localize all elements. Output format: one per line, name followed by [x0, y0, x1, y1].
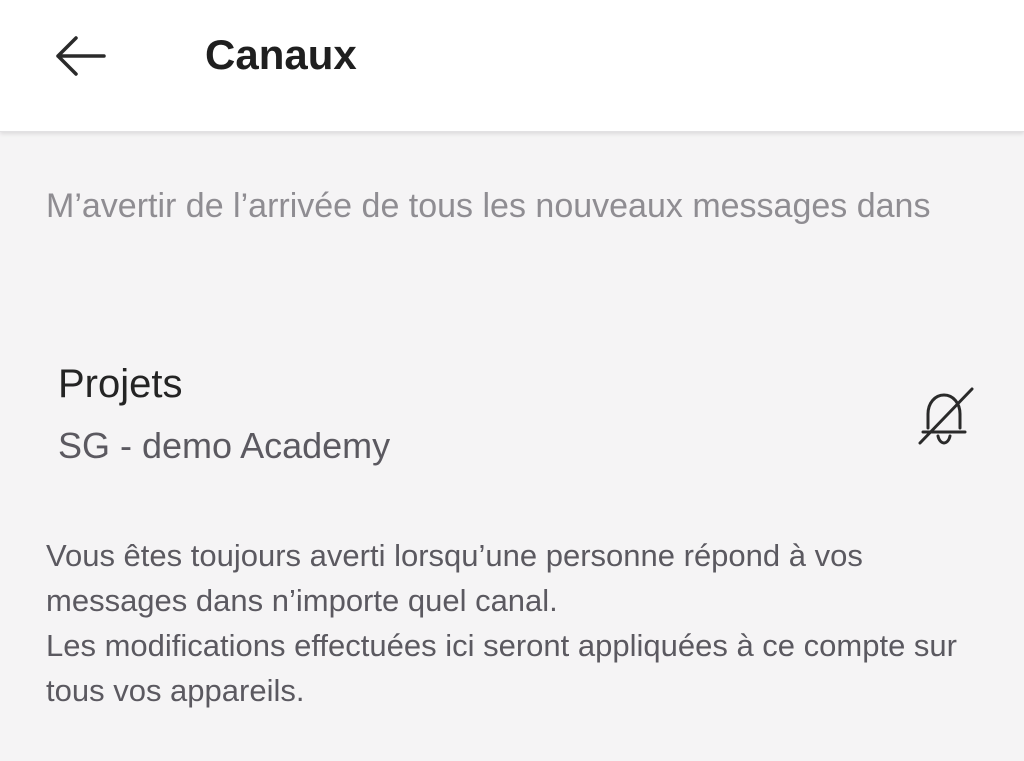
reply-notification-info: Vous êtes toujours averti lorsqu’une per… [46, 538, 863, 618]
notification-toggle-button[interactable] [902, 374, 986, 458]
device-sync-info: Les modifications effectuées ici seront … [46, 628, 957, 708]
team-name: Projets [58, 362, 183, 406]
channel-name: SG - demo Academy [58, 425, 391, 466]
bell-off-icon [918, 387, 974, 445]
arrow-left-icon [56, 36, 106, 76]
footer-information: Vous êtes toujours averti lorsqu’une per… [46, 533, 986, 713]
notification-settings-screen: Canaux M’avertir de l’arrivée de tous le… [0, 0, 1024, 761]
top-app-bar: Canaux [0, 0, 1024, 132]
notification-description: M’avertir de l’arrivée de tous les nouve… [46, 187, 931, 225]
back-button[interactable] [40, 20, 120, 92]
channel-notification-row[interactable]: Projets SG - demo Academy [0, 350, 1024, 480]
page-title: Canaux [205, 31, 357, 78]
